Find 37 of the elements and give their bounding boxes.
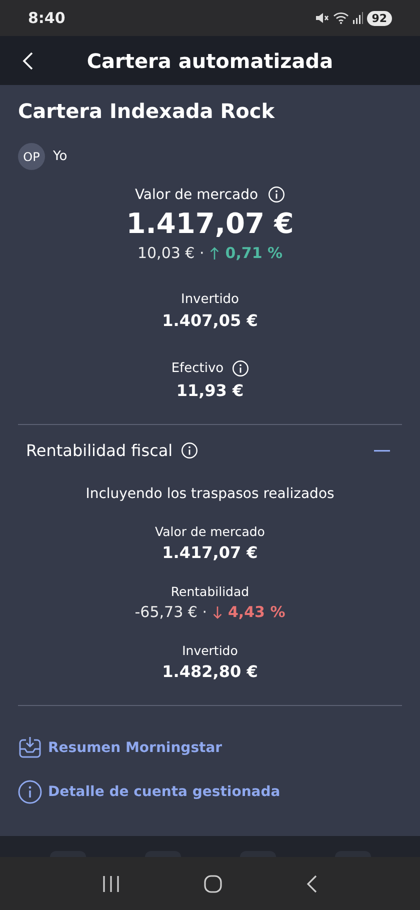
stat-label: Valor de mercado [155,524,265,539]
owner-name: Yo [53,149,68,164]
portfolio-name: Cartera Indexada Rock [18,99,276,123]
stat-value: 1.407,05 € [162,311,258,330]
mute-icon [314,12,329,24]
battery-level: 92 [366,10,392,26]
stat-label: Invertido [180,292,240,307]
link[interactable]: Detalle de cuenta gestionada [18,780,280,804]
download-tray-icon [18,736,42,760]
stat-value: 1.482,80 € [162,662,258,681]
section-title: Rentabilidad fiscal [26,441,173,460]
screen-title: Cartera automatizada [86,48,334,72]
stat-value: 11,93 € [176,381,244,400]
clock: 8:40 [28,9,66,27]
signal-icon [352,12,363,24]
stat-label: Invertido [182,643,238,658]
info-icon [18,780,42,804]
market-value: 1.417,07 € [126,207,294,240]
info-icon[interactable] [180,442,198,459]
avatar: OP [18,143,45,170]
section-note: Incluyendo los traspasos realizados [86,486,334,502]
change-percent: 0,71 % [225,244,283,262]
recent-apps-icon[interactable] [102,876,120,892]
stat-value: 1.417,07 € [162,543,258,562]
info-icon[interactable] [268,186,286,203]
change-amount: 10,03 € · [137,244,204,262]
change-percent: 4,43 % [228,603,286,621]
wifi-icon [332,12,349,24]
stat-label: Rentabilidad [170,584,250,599]
change-amount: -65,73 € · [134,603,207,621]
stat-label: Valor de mercado [134,186,258,202]
home-icon[interactable] [204,874,222,892]
stat-label: Efectivo [171,361,224,376]
back-icon[interactable] [306,874,318,892]
info-icon[interactable] [232,360,249,377]
link[interactable]: Resumen Morningstar [18,736,222,760]
collapse-icon[interactable] [374,448,390,452]
